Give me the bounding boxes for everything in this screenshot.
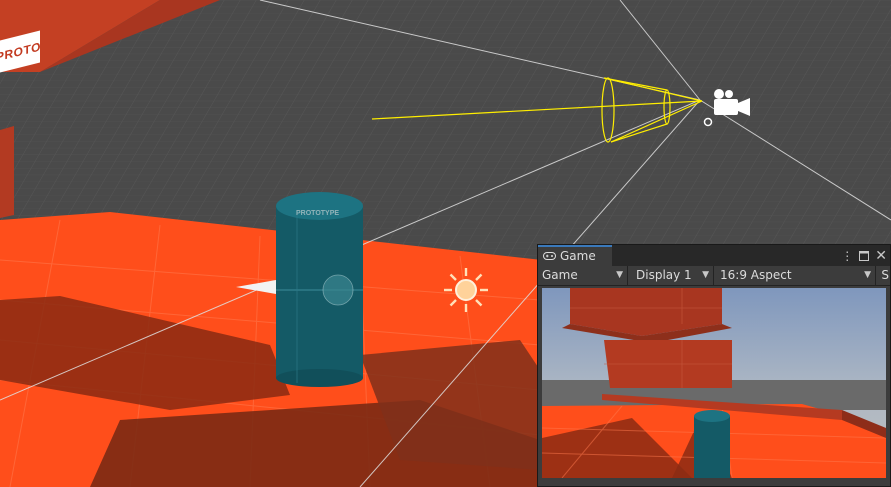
game-cylinder (694, 416, 730, 478)
aspect-value: 16:9 Aspect (720, 268, 792, 282)
game-window[interactable]: Game ⋮ ✕ Game ▼ Display 1 ▼ 16:9 Aspect … (537, 244, 891, 487)
game-viewport[interactable] (542, 288, 886, 478)
kebab-menu-icon[interactable]: ⋮ (841, 249, 853, 263)
chevron-down-icon: ▼ (702, 270, 709, 280)
close-icon[interactable]: ✕ (875, 248, 887, 264)
view-mode-value: Game (542, 268, 578, 282)
view-mode-dropdown[interactable]: Game ▼ (538, 266, 628, 285)
cylinder-texture-label: PROTOTYPE (296, 210, 340, 217)
display-value: Display 1 (636, 268, 692, 282)
chevron-down-icon: ▼ (616, 270, 623, 280)
left-box (0, 126, 14, 218)
display-dropdown[interactable]: Display 1 ▼ (632, 266, 714, 285)
game-tab-bar: Game ⋮ ✕ (538, 245, 890, 266)
cylinder-object (276, 192, 363, 387)
tab-game[interactable]: Game (538, 245, 612, 266)
aspect-dropdown[interactable]: 16:9 Aspect ▼ (716, 266, 876, 285)
scale-slider-label[interactable]: S (881, 266, 889, 285)
gamepad-icon (543, 252, 556, 260)
tab-game-label: Game (560, 249, 596, 263)
sun-light-icon (444, 268, 488, 312)
game-toolbar: Game ▼ Display 1 ▼ 16:9 Aspect ▼ S (538, 266, 890, 286)
maximize-icon[interactable] (859, 250, 870, 261)
chevron-down-icon: ▼ (864, 270, 871, 280)
